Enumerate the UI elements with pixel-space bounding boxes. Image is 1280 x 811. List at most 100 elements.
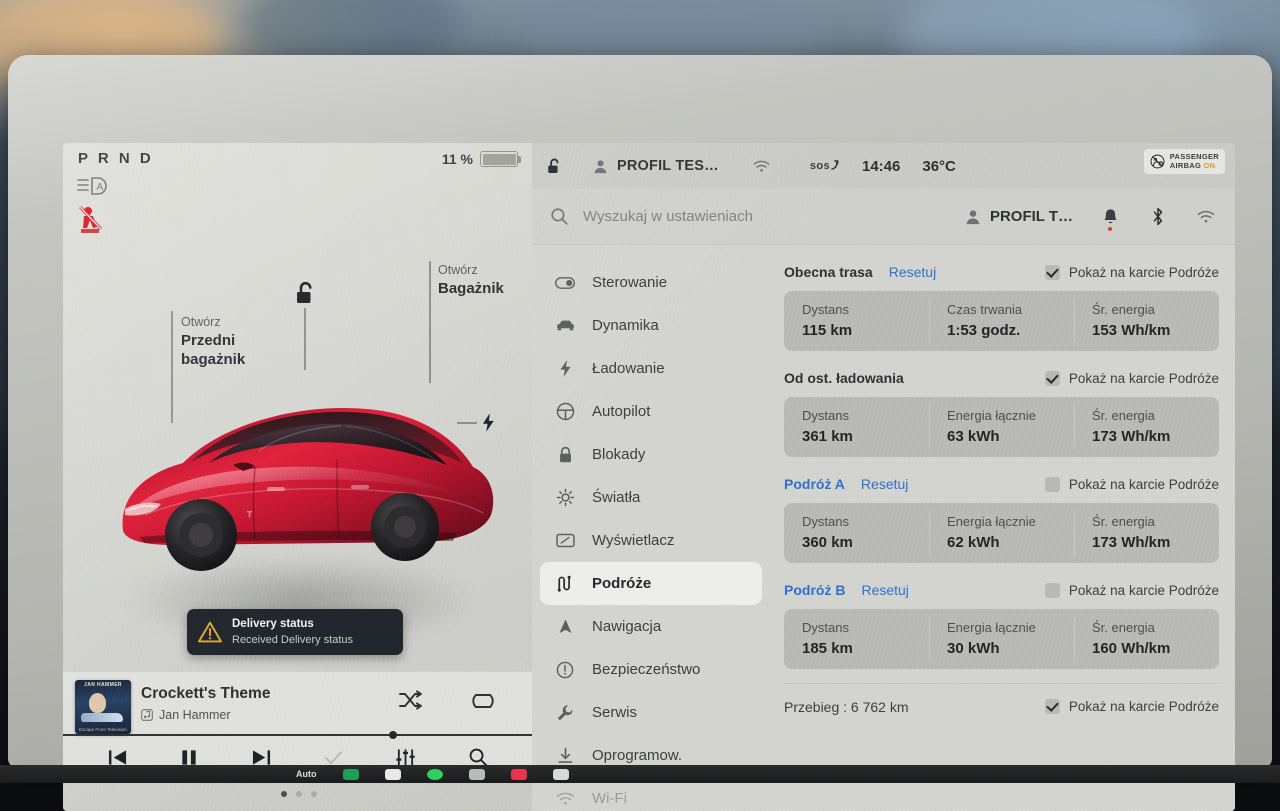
trip-reset-button[interactable]: Resetuj xyxy=(861,582,908,598)
repeat-icon[interactable] xyxy=(471,690,495,712)
trip-reset-button[interactable]: Resetuj xyxy=(861,476,908,492)
sidebar-item-sterowanie[interactable]: Sterowanie xyxy=(540,261,762,304)
odometer-show-toggle[interactable]: Pokaż na karcie Podróże xyxy=(1045,699,1219,714)
clock: 14:46 xyxy=(862,158,900,175)
album-art-subtitle: Escape From Television xyxy=(78,727,128,732)
sos-button[interactable]: sos xyxy=(810,160,840,172)
callout-front-trunk[interactable]: Otwórz Przedni bagażnik xyxy=(181,315,245,370)
album-art-figure xyxy=(89,693,106,713)
checkbox[interactable] xyxy=(1045,477,1060,492)
metric-label: Dystans xyxy=(802,620,929,635)
page-dot[interactable] xyxy=(296,791,302,797)
wifi-button[interactable] xyxy=(1195,206,1217,228)
metric: Czas trwania 1:53 godz. xyxy=(929,291,1074,351)
sidebar-item-autopilot[interactable]: Autopilot xyxy=(540,390,762,433)
metric-value: 30 kWh xyxy=(947,640,1074,657)
trip-reset-button[interactable]: Resetuj xyxy=(889,264,936,280)
passenger-airbag-indicator: PASSENGER AIRBAG ON xyxy=(1144,149,1225,174)
sidebar-item-wyswietlacz[interactable]: Wyświetlacz xyxy=(540,519,762,562)
sidebar-item-podroze[interactable]: Podróże xyxy=(540,562,762,605)
dock-app-icon[interactable] xyxy=(427,769,443,780)
sidebar-item-swiatla[interactable]: Światła xyxy=(540,476,762,519)
sidebar-item-blokady[interactable]: Blokady xyxy=(540,433,762,476)
person-icon xyxy=(965,209,981,225)
playback-progress-slider[interactable] xyxy=(63,734,532,736)
trip-block-b: Podróż B Resetuj Pokaż na karcie Podróże… xyxy=(784,577,1219,669)
page-dot[interactable] xyxy=(281,791,287,797)
dock-app-icon[interactable] xyxy=(553,769,569,780)
reset-label: Resetuj xyxy=(861,476,908,492)
battery-status[interactable]: 11 % xyxy=(442,151,518,167)
settings-search[interactable] xyxy=(550,207,965,226)
unlocked-padlock-icon[interactable] xyxy=(294,281,316,305)
sidebar-item-ladowanie[interactable]: Ładowanie xyxy=(540,347,762,390)
notification-badge-dot xyxy=(1108,227,1112,231)
battery-percent-label: 11 % xyxy=(442,151,473,167)
bluetooth-button[interactable] xyxy=(1147,206,1169,228)
metric: Dystans 361 km xyxy=(784,397,929,457)
settings-sidebar: Sterowanie Dynamika xyxy=(532,245,770,811)
sidebar-item-bezpieczenstwo[interactable]: Bezpieczeństwo xyxy=(540,648,762,691)
sos-label: sos xyxy=(810,160,830,172)
shuffle-icon[interactable] xyxy=(398,690,424,710)
lock-leader-line xyxy=(304,308,306,370)
callout-rear-trunk[interactable]: Otwórz Bagażnik xyxy=(438,263,504,298)
wifi-icon[interactable] xyxy=(753,160,770,173)
notification-subtitle: Received Delivery status xyxy=(232,633,353,648)
settings-header-right: PROFIL T… xyxy=(965,206,1217,228)
callout-front-trunk-line1: Przedni xyxy=(181,331,245,351)
metric: Śr. energia 153 Wh/km xyxy=(1074,291,1219,351)
display-icon xyxy=(554,533,576,548)
sidebar-label: Dynamika xyxy=(592,317,659,334)
unlocked-padlock-icon[interactable] xyxy=(546,158,563,175)
sidebar-label: Autopilot xyxy=(592,403,650,420)
checkbox[interactable] xyxy=(1045,583,1060,598)
trip-show-toggle[interactable]: Pokaż na karcie Podróże xyxy=(1045,265,1219,280)
trip-title[interactable]: Podróż B xyxy=(784,582,845,598)
page-indicator-dots[interactable] xyxy=(281,791,317,797)
trip-title[interactable]: Podróż A xyxy=(784,476,845,492)
sidebar-label: Oprogramow. xyxy=(592,747,682,764)
trip-title: Od ost. ładowania xyxy=(784,370,904,386)
sidebar-item-dynamika[interactable]: Dynamika xyxy=(540,304,762,347)
callout-rear-trunk-label: Bagażnik xyxy=(438,279,504,299)
notifications-button[interactable] xyxy=(1099,206,1121,228)
passenger-airbag-icon xyxy=(1150,154,1165,169)
trip-show-toggle[interactable]: Pokaż na karcie Podróże xyxy=(1045,477,1219,492)
checkbox[interactable] xyxy=(1045,699,1060,714)
album-art[interactable]: JAN HAMMER Escape From Television xyxy=(75,680,131,734)
media-player: JAN HAMMER Escape From Television Crocke… xyxy=(63,671,532,771)
delivery-status-notification[interactable]: Delivery status Received Delivery status xyxy=(187,609,403,655)
dock-app-icon[interactable] xyxy=(343,769,359,780)
trip-header: Podróż B Resetuj Pokaż na karcie Podróże xyxy=(784,577,1219,603)
trip-show-toggle[interactable]: Pokaż na karcie Podróże xyxy=(1045,371,1219,386)
checkbox[interactable] xyxy=(1045,371,1060,386)
dock-app-icon[interactable] xyxy=(385,769,401,780)
metric-value: 160 Wh/km xyxy=(1092,640,1219,657)
sidebar-item-nawigacja[interactable]: Nawigacja xyxy=(540,605,762,648)
header-profile-button[interactable]: PROFIL T… xyxy=(965,208,1073,225)
metric: Energia łącznie 63 kWh xyxy=(929,397,1074,457)
search-input[interactable] xyxy=(583,208,903,225)
climate-auto-label[interactable]: Auto xyxy=(296,769,317,779)
trip-show-toggle[interactable]: Pokaż na karcie Podróże xyxy=(1045,583,1219,598)
album-art-car xyxy=(81,713,123,722)
auto-high-beam-icon: A xyxy=(77,175,111,197)
sidebar-item-serwis[interactable]: Serwis xyxy=(540,691,762,734)
trip-route-icon xyxy=(554,575,576,592)
passenger-airbag-text: PASSENGER AIRBAG ON xyxy=(1170,152,1219,171)
tesla-touchscreen-bezel: P R N D 11 % A xyxy=(8,55,1272,767)
dock-app-icon[interactable] xyxy=(511,769,527,780)
bluetooth-icon xyxy=(1151,207,1165,226)
status-bar-profile[interactable]: PROFIL TES… xyxy=(593,158,719,174)
reset-label: Resetuj xyxy=(861,582,908,598)
page-dot[interactable] xyxy=(311,791,317,797)
search-icon xyxy=(550,207,569,226)
dock-app-icon[interactable] xyxy=(469,769,485,780)
seatbelt-warning-icon xyxy=(77,205,105,235)
track-artist-row: Jan Hammer xyxy=(141,708,231,722)
checkbox[interactable] xyxy=(1045,265,1060,280)
navigation-arrow-icon xyxy=(554,618,576,635)
airbag-state: ON xyxy=(1204,161,1216,170)
progress-knob[interactable] xyxy=(389,731,397,739)
